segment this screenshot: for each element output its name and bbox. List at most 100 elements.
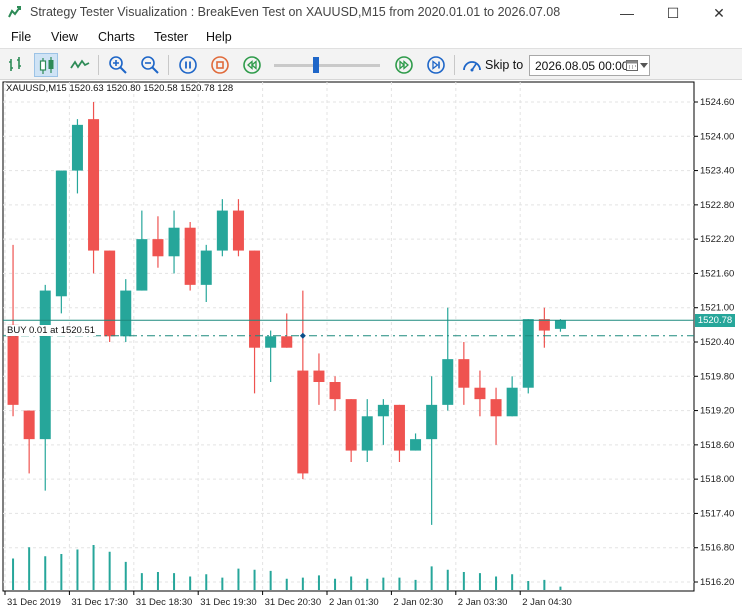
stop-button[interactable] (208, 53, 232, 77)
candle-body (39, 290, 51, 440)
title-bar: Strategy Tester Visualization : BreakEve… (0, 0, 742, 26)
skip-to-value: 2026.08.05 00:00 (535, 59, 629, 73)
zoom-out-button[interactable] (138, 53, 162, 77)
chevron-down-icon[interactable] (640, 63, 648, 68)
stop-icon (211, 56, 229, 74)
line-chart-icon (70, 59, 90, 69)
candlestick-button[interactable] (34, 53, 58, 77)
y-tick-label: 1524.60 (700, 97, 734, 108)
candle-body (538, 319, 550, 331)
candle-body (168, 227, 180, 257)
calendar-icon[interactable] (626, 59, 638, 71)
candle-body (249, 250, 261, 348)
candle-body (313, 370, 325, 382)
skip-end-button[interactable] (424, 53, 448, 77)
y-tick-label: 1522.20 (700, 234, 734, 245)
x-tick-label: 2 Jan 03:30 (458, 597, 508, 608)
candle-body (458, 359, 470, 388)
rewind-icon (243, 56, 261, 74)
y-tick-label: 1520.40 (700, 337, 734, 348)
candle-body (393, 404, 405, 451)
candle-body (426, 404, 438, 440)
candlestick-chart[interactable]: 1524.60 1524.00 1523.40 1522.80 1522.20 1521.… (0, 80, 742, 611)
candle-body (200, 250, 212, 285)
candle-body (152, 239, 164, 257)
candle-body (297, 370, 309, 474)
candle-body (506, 387, 518, 417)
candle-body (361, 416, 373, 451)
candle-body (88, 119, 100, 251)
fast-forward-button[interactable] (392, 53, 416, 77)
plot-frame (2, 81, 695, 592)
candle-body (490, 399, 502, 417)
line-chart-button[interactable] (68, 53, 92, 77)
skip-end-icon (427, 56, 445, 74)
chart-info-line: XAUUSD,M15 1520.63 1520.80 1520.58 1520.… (6, 83, 234, 94)
candle-body (345, 399, 357, 451)
skip-to-datetime-field[interactable]: 2026.08.05 00:00 (529, 55, 650, 76)
bar-chart-icon (9, 57, 21, 71)
close-button[interactable]: ✕ (696, 0, 742, 26)
menu-help[interactable]: Help (206, 30, 232, 44)
candle-body (474, 387, 486, 400)
y-tick-label: 1519.20 (700, 406, 734, 417)
y-tick-label: 1516.80 (700, 543, 734, 554)
x-tick-label: 31 Dec 18:30 (136, 597, 193, 608)
skip-to-label: Skip to (485, 58, 524, 72)
candle-body (7, 324, 19, 405)
x-tick-label: 31 Dec 17:30 (71, 597, 128, 608)
candle-body (410, 439, 422, 451)
candle-body (329, 382, 341, 400)
candle-body (136, 239, 148, 291)
y-tick-label: 1516.20 (700, 577, 734, 588)
toolbar-separator (168, 55, 169, 75)
zoom-in-button[interactable] (106, 53, 130, 77)
x-tick-label: 31 Dec 2019 (7, 597, 61, 608)
y-tick-label: 1522.80 (700, 200, 734, 211)
pause-icon (179, 56, 197, 74)
minimize-button[interactable]: — (604, 0, 650, 26)
y-tick-label: 1519.80 (700, 371, 734, 382)
bar-chart-button[interactable] (4, 53, 28, 77)
speed-slider-track[interactable] (274, 64, 380, 67)
menu-charts[interactable]: Charts (98, 30, 135, 44)
menu-file[interactable]: File (11, 30, 31, 44)
candle-body (184, 227, 196, 285)
maximize-button[interactable]: ☐ (650, 0, 696, 26)
candle-body (216, 210, 228, 251)
y-tick-label: 1518.00 (700, 474, 734, 485)
candle-body (232, 210, 244, 251)
menu-bar: File View Charts Tester Help (0, 26, 742, 48)
candle-body (522, 319, 534, 388)
y-tick-label: 1518.60 (700, 440, 734, 451)
candle-body (377, 404, 389, 417)
candle-body (71, 124, 83, 171)
current-price-tag: 1520.78 (695, 313, 735, 327)
x-tick-label: 2 Jan 04:30 (522, 597, 572, 608)
y-tick-label: 1523.40 (700, 166, 734, 177)
pause-button[interactable] (176, 53, 200, 77)
candlestick-icon (39, 57, 54, 74)
y-tick-label: 1521.60 (700, 268, 734, 279)
buy-order-label: BUY 0.01 at 1520.51 (6, 324, 97, 336)
candle-body (281, 336, 293, 348)
x-tick-label: 31 Dec 19:30 (200, 597, 257, 608)
skip-to-button[interactable] (460, 53, 484, 77)
skip-to-icon (463, 61, 481, 72)
zoom-in-icon (109, 56, 127, 74)
candle-body (104, 250, 116, 337)
toolbar-separator (454, 55, 455, 75)
window-title: Strategy Tester Visualization : BreakEve… (30, 5, 561, 19)
speed-slider-thumb[interactable] (313, 57, 319, 73)
candle-body (23, 410, 35, 440)
price-chart[interactable]: 1524.60 1524.00 1523.40 1522.80 1522.20 1521.… (0, 80, 742, 611)
x-tick-label: 2 Jan 01:30 (329, 597, 379, 608)
menu-view[interactable]: View (51, 30, 78, 44)
app-icon (8, 6, 21, 18)
rewind-button[interactable] (240, 53, 264, 77)
menu-tester[interactable]: Tester (154, 30, 188, 44)
candle-body (265, 336, 277, 348)
candle-body (55, 170, 67, 297)
y-tick-label: 1524.00 (700, 131, 734, 142)
zoom-out-icon (141, 56, 159, 74)
